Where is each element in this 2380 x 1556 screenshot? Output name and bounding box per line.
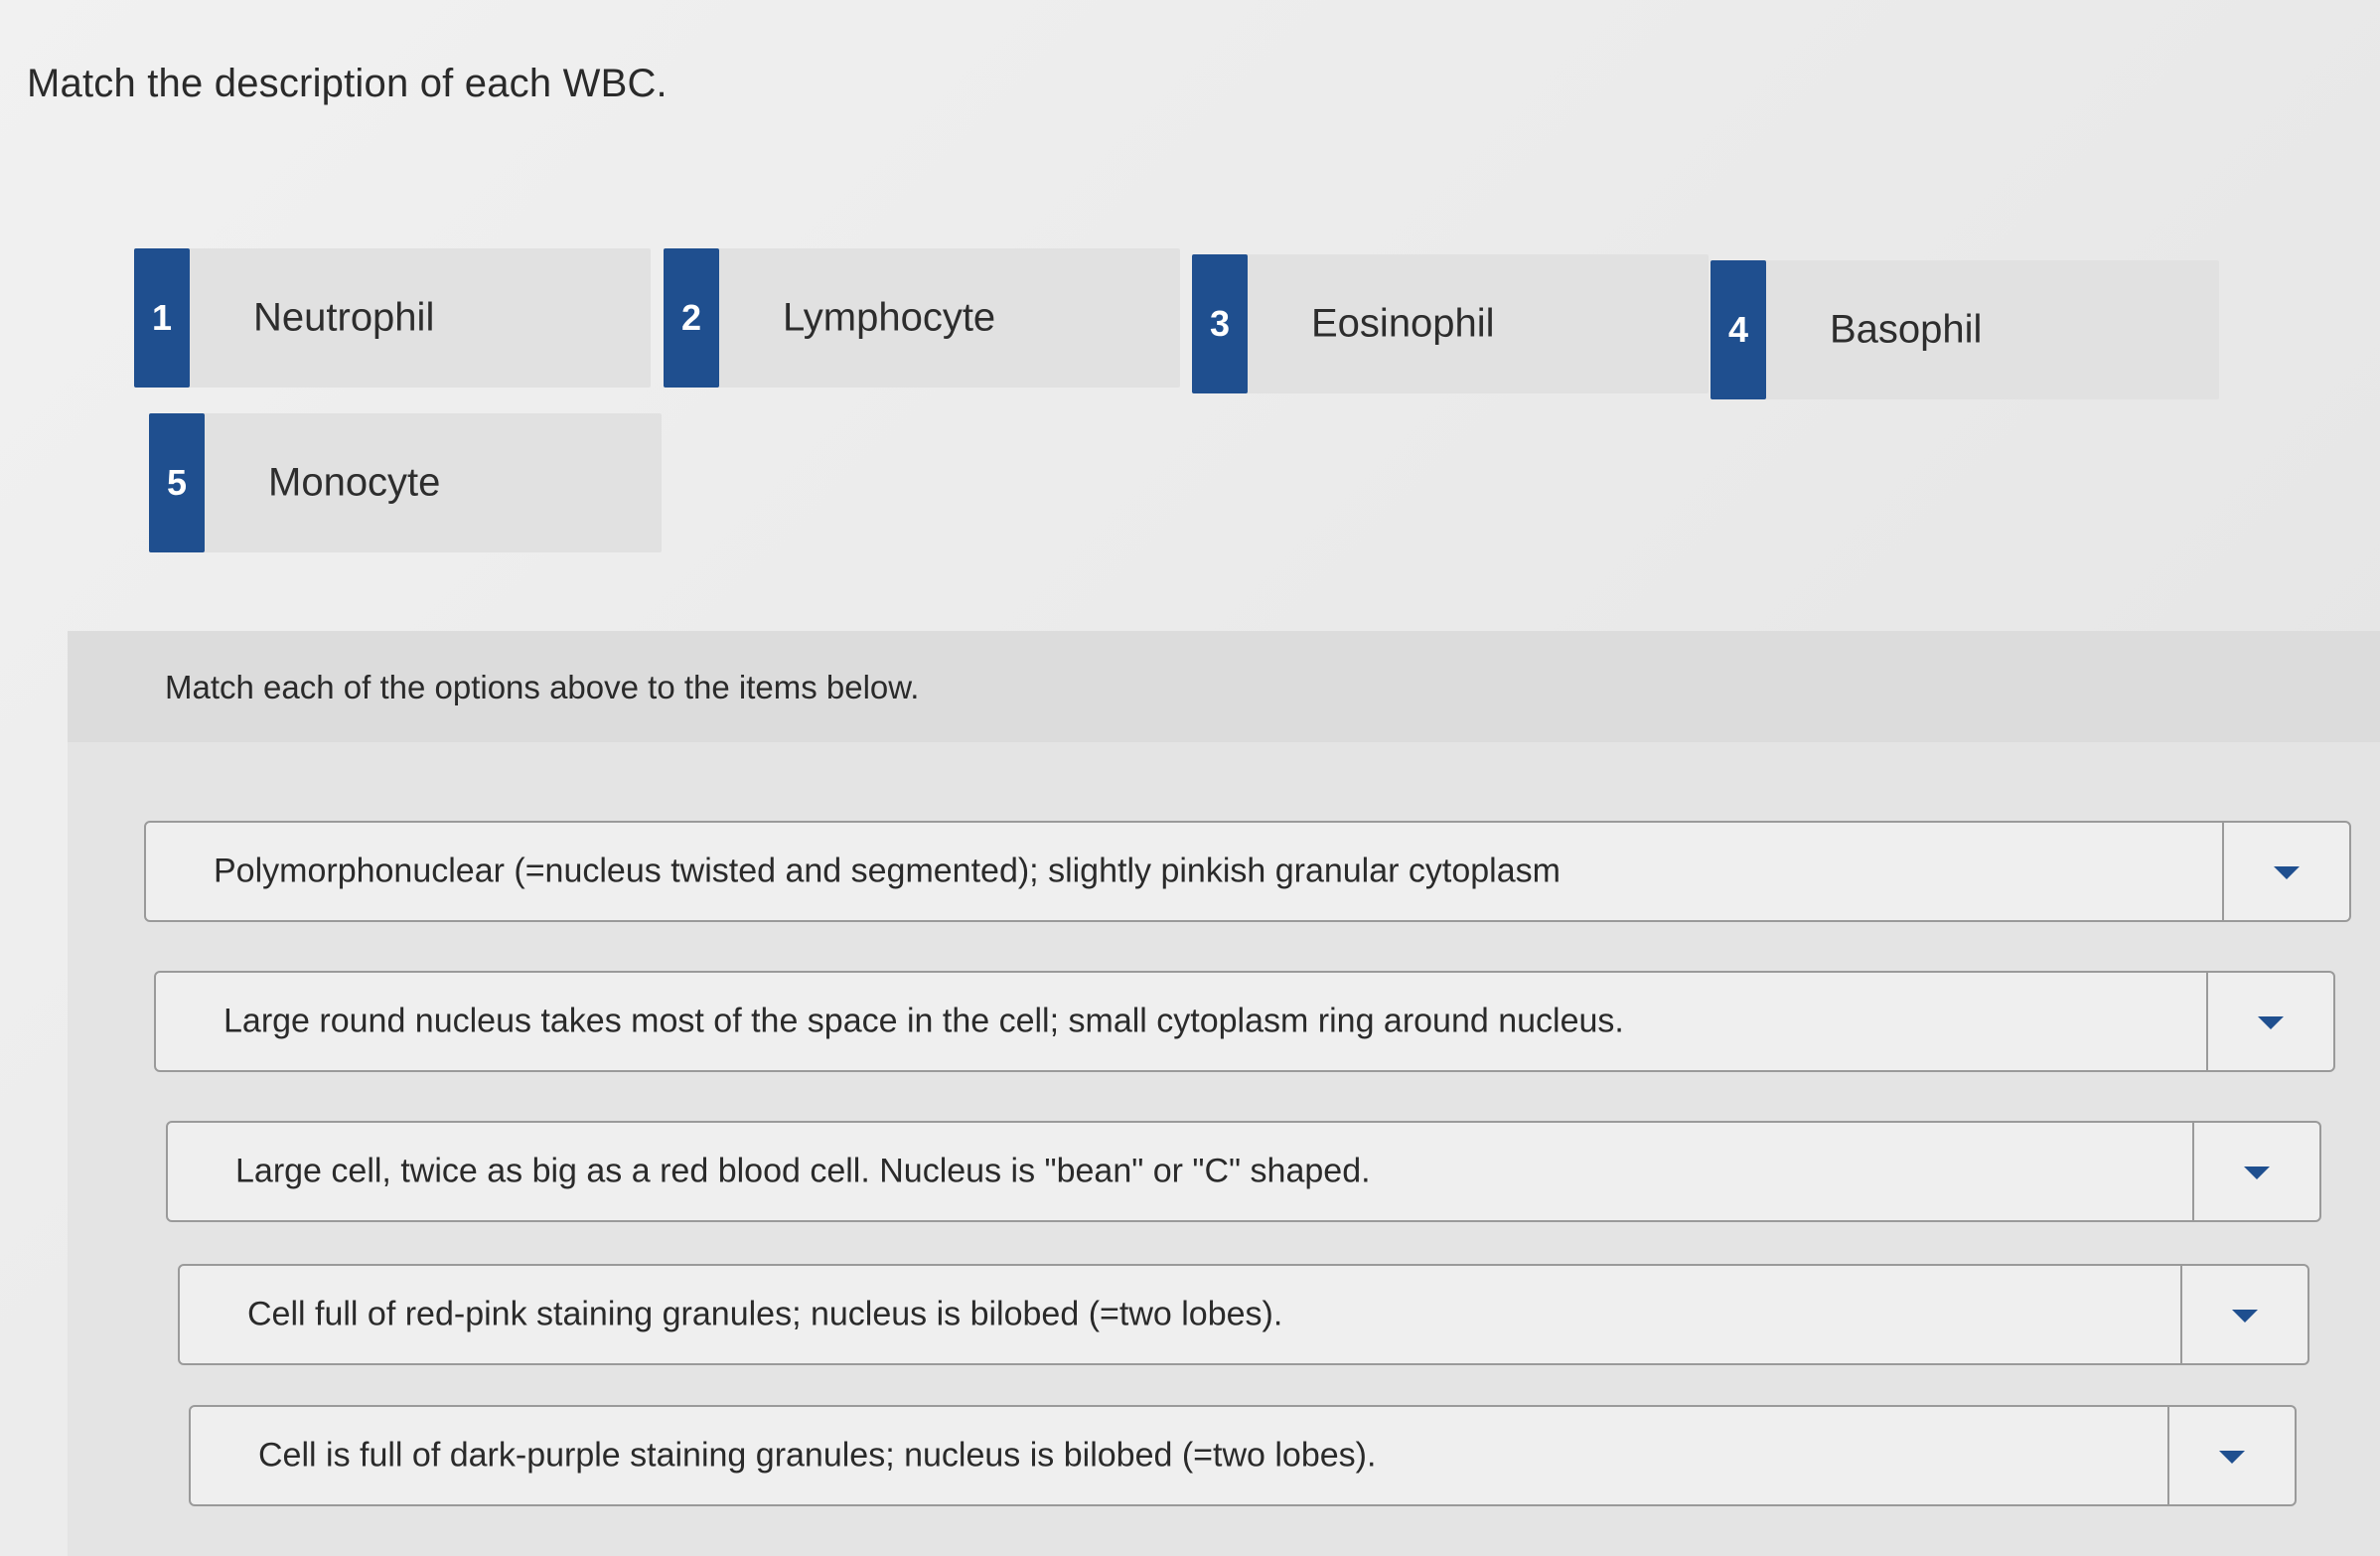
option-label: Basophil — [1830, 307, 1983, 352]
option-number-badge: 5 — [149, 413, 205, 552]
caret-down-icon — [2244, 1167, 2270, 1179]
page-title: Match the description of each WBC. — [27, 62, 668, 105]
caret-down-icon — [2258, 1016, 2284, 1029]
option-label: Lymphocyte — [783, 295, 996, 340]
answer-dropdown[interactable] — [2222, 823, 2349, 920]
option-card-eosinophil[interactable]: 3 Eosinophil — [1192, 254, 1709, 393]
option-card-lymphocyte[interactable]: 2 Lymphocyte — [664, 248, 1180, 388]
option-card-basophil[interactable]: 4 Basophil — [1711, 260, 2219, 399]
match-item-row[interactable]: Polymorphonuclear (=nucleus twisted and … — [144, 821, 2351, 922]
match-item-text: Cell is full of dark-purple staining gra… — [258, 1436, 1377, 1475]
option-label: Monocyte — [268, 460, 441, 505]
option-number-badge: 3 — [1192, 254, 1248, 393]
option-number-badge: 2 — [664, 248, 719, 388]
option-number-badge: 1 — [134, 248, 190, 388]
answer-dropdown[interactable] — [2180, 1266, 2307, 1363]
match-item-text: Polymorphonuclear (=nucleus twisted and … — [214, 852, 1561, 890]
option-card-neutrophil[interactable]: 1 Neutrophil — [134, 248, 651, 388]
option-card-monocyte[interactable]: 5 Monocyte — [149, 413, 662, 552]
caret-down-icon — [2219, 1451, 2245, 1464]
option-label: Eosinophil — [1311, 301, 1495, 346]
panel-instruction: Match each of the options above to the i… — [165, 669, 920, 705]
match-item-row[interactable]: Cell is full of dark-purple staining gra… — [189, 1405, 2297, 1506]
caret-down-icon — [2274, 866, 2300, 879]
caret-down-icon — [2232, 1310, 2258, 1323]
match-item-text: Large round nucleus takes most of the sp… — [223, 1002, 1624, 1040]
answer-dropdown[interactable] — [2192, 1123, 2319, 1220]
match-item-row[interactable]: Large cell, twice as big as a red blood … — [166, 1121, 2321, 1222]
option-number-badge: 4 — [1711, 260, 1766, 399]
answer-dropdown[interactable] — [2206, 973, 2333, 1070]
match-item-row[interactable]: Large round nucleus takes most of the sp… — [154, 971, 2335, 1072]
match-item-text: Large cell, twice as big as a red blood … — [235, 1152, 1371, 1190]
option-label: Neutrophil — [253, 295, 435, 340]
panel-header: Match each of the options above to the i… — [68, 631, 2380, 742]
match-item-text: Cell full of red-pink staining granules;… — [247, 1295, 1283, 1333]
answer-dropdown[interactable] — [2167, 1407, 2295, 1504]
match-item-row[interactable]: Cell full of red-pink staining granules;… — [178, 1264, 2309, 1365]
